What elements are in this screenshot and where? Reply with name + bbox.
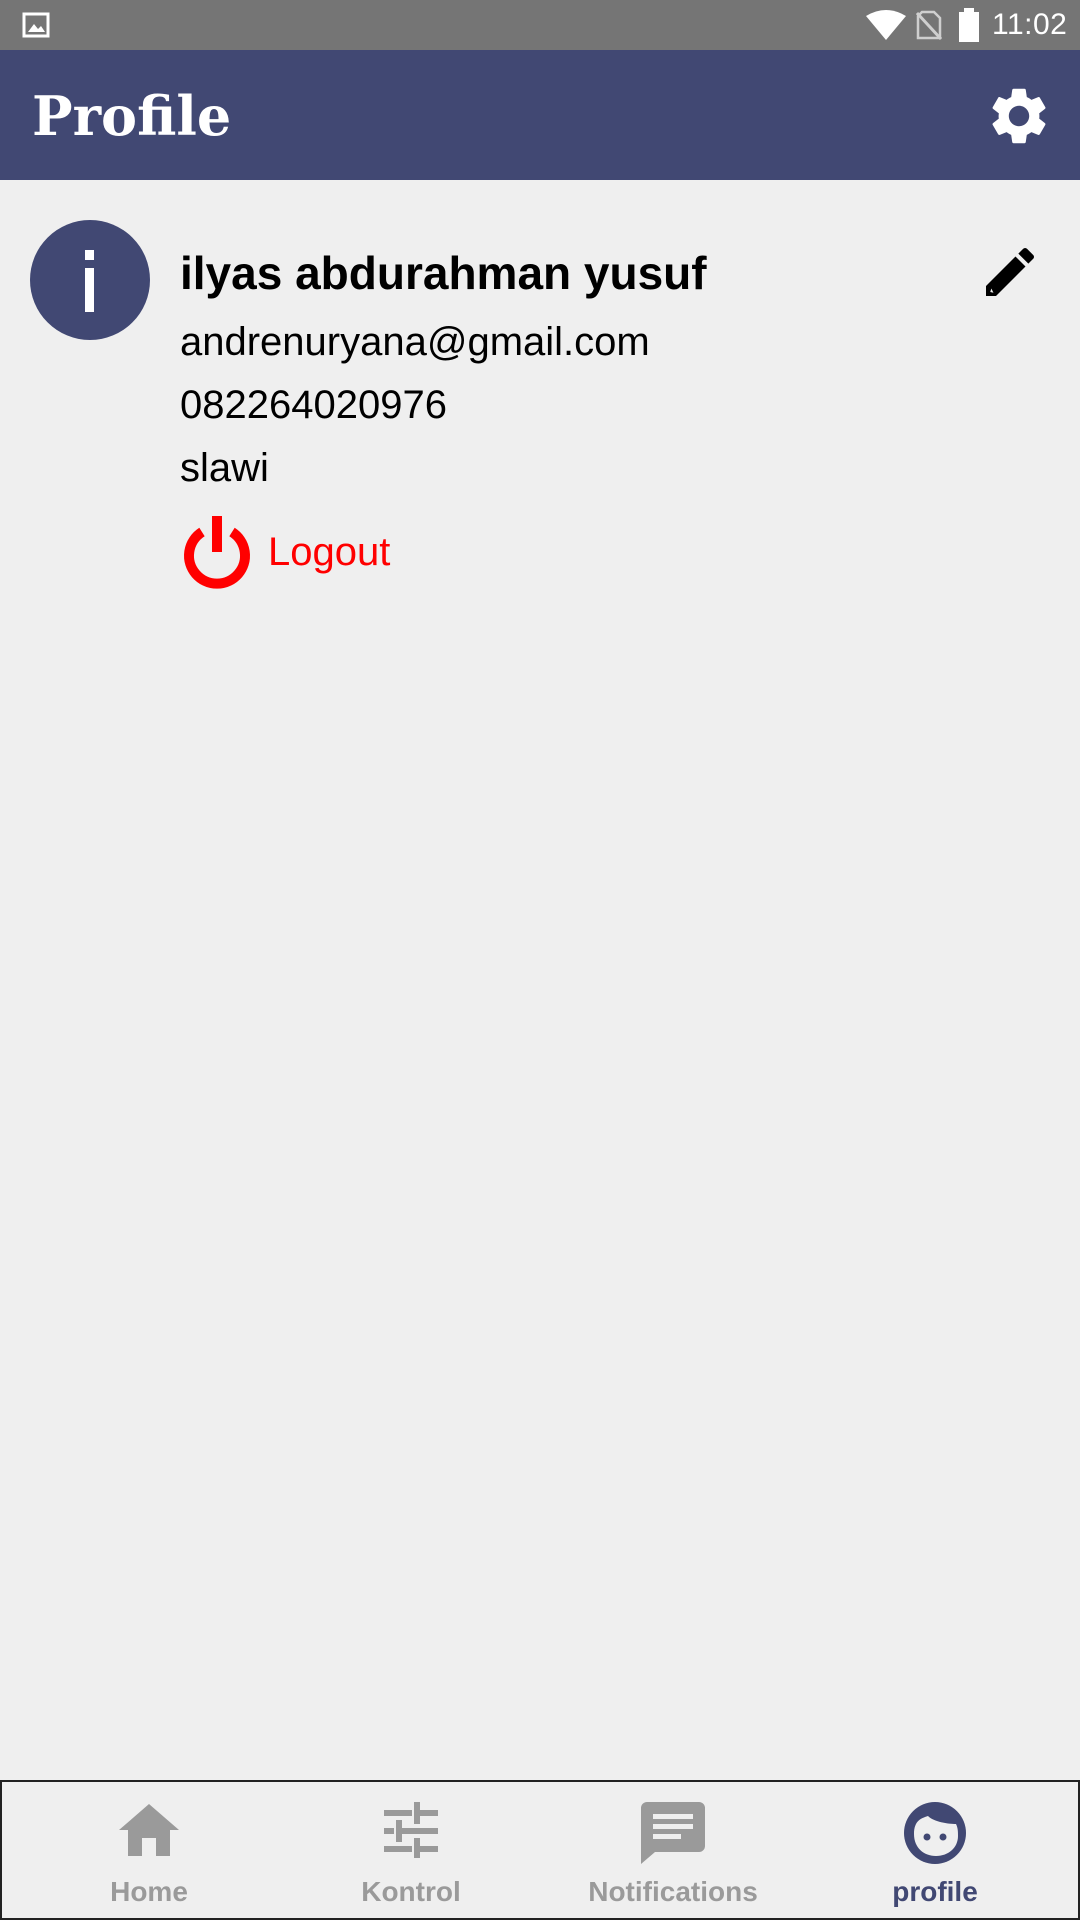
nav-label-home: Home xyxy=(110,1876,188,1907)
pencil-icon xyxy=(986,247,1035,296)
nav-label-profile: profile xyxy=(892,1876,978,1907)
nav-item-kontrol[interactable]: Kontrol xyxy=(280,1782,542,1918)
nav-item-notifications[interactable]: Notifications xyxy=(542,1782,804,1918)
home-icon xyxy=(119,1804,179,1856)
bottom-navigation: Home Kontrol Notifications profile xyxy=(0,1780,1080,1920)
nav-label-notifications: Notifications xyxy=(588,1876,758,1907)
message-icon xyxy=(641,1802,705,1864)
profile-phone: 082264020976 xyxy=(180,383,447,427)
nav-item-profile[interactable]: profile xyxy=(804,1782,1066,1918)
nav-label-kontrol: Kontrol xyxy=(361,1876,461,1907)
face-icon xyxy=(904,1802,966,1864)
avatar xyxy=(30,220,150,340)
battery-icon xyxy=(959,8,979,42)
power-icon xyxy=(184,516,250,589)
gallery-icon xyxy=(22,12,50,38)
page-title: Profile xyxy=(32,84,232,148)
info-icon xyxy=(85,250,94,312)
gear-icon xyxy=(992,88,1046,144)
profile-city: slawi xyxy=(180,446,269,490)
profile-email: andrenuryana@gmail.com xyxy=(180,320,650,364)
logout-label: Logout xyxy=(268,529,391,574)
nav-item-home[interactable]: Home xyxy=(18,1782,280,1918)
edit-profile-button[interactable] xyxy=(978,240,1042,304)
settings-button[interactable] xyxy=(985,82,1053,150)
status-bar: 11:02 xyxy=(0,0,1080,50)
logout-button[interactable]: Logout xyxy=(180,514,440,590)
app-bar: Profile xyxy=(0,50,1080,180)
sliders-icon xyxy=(384,1802,438,1858)
status-clock: 11:02 xyxy=(992,8,1068,41)
no-sim-icon xyxy=(916,10,942,40)
profile-name: ilyas abdurahman yusuf xyxy=(180,247,707,299)
wifi-icon xyxy=(866,10,906,40)
